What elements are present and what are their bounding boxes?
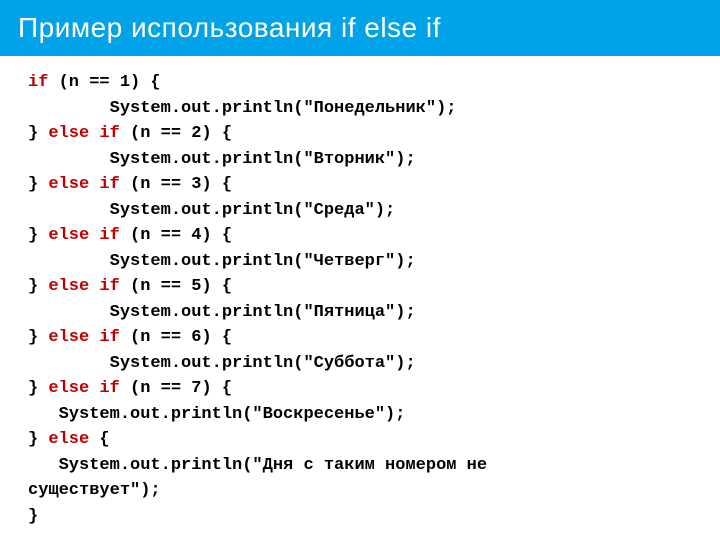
code-keyword: else if [48, 277, 119, 296]
code-line: } [28, 504, 692, 530]
code-text: (n == 4) { [120, 226, 232, 245]
code-line: } else if (n == 4) { [28, 223, 692, 249]
slide-title-text: Пример использования if else if [18, 12, 441, 43]
code-keyword: if [28, 73, 48, 92]
code-line: System.out.println("Понедельник"); [28, 96, 692, 122]
code-text: } [28, 379, 48, 398]
code-text: (n == 7) { [120, 379, 232, 398]
code-text: (n == 6) { [120, 328, 232, 347]
code-keyword: else if [48, 328, 119, 347]
code-text: } [28, 124, 48, 143]
code-text: (n == 5) { [120, 277, 232, 296]
code-text: (n == 1) { [48, 73, 160, 92]
code-text: System.out.println("Понедельник"); [28, 99, 456, 118]
code-text: System.out.println("Пятница"); [28, 303, 416, 322]
code-line: } else if (n == 6) { [28, 325, 692, 351]
code-text: System.out.println("Воскресенье"); [28, 405, 405, 424]
code-text: System.out.println("Среда"); [28, 201, 395, 220]
code-text: System.out.println("Вторник"); [28, 150, 416, 169]
code-line: } else if (n == 7) { [28, 376, 692, 402]
code-line: } else if (n == 2) { [28, 121, 692, 147]
code-line: } else { [28, 427, 692, 453]
slide-title: Пример использования if else if [0, 0, 720, 56]
code-line: } else if (n == 5) { [28, 274, 692, 300]
code-line: System.out.println("Суббота"); [28, 351, 692, 377]
code-text: (n == 2) { [120, 124, 232, 143]
code-line: } else if (n == 3) { [28, 172, 692, 198]
code-text: существует"); [28, 481, 161, 500]
code-line: if (n == 1) { [28, 70, 692, 96]
code-text: System.out.println("Четверг"); [28, 252, 416, 271]
code-line: System.out.println("Пятница"); [28, 300, 692, 326]
code-keyword: else [48, 430, 89, 449]
code-line: System.out.println("Воскресенье"); [28, 402, 692, 428]
code-text: { [89, 430, 109, 449]
code-keyword: else if [48, 226, 119, 245]
code-text: } [28, 507, 38, 526]
code-text: } [28, 175, 48, 194]
code-example: if (n == 1) { System.out.println("Понеде… [0, 56, 720, 543]
code-line: System.out.println("Четверг"); [28, 249, 692, 275]
code-text: (n == 3) { [120, 175, 232, 194]
code-keyword: else if [48, 175, 119, 194]
code-line: существует"); [28, 478, 692, 504]
code-text: System.out.println("Дня с таким номером … [28, 456, 487, 475]
code-line: System.out.println("Вторник"); [28, 147, 692, 173]
code-keyword: else if [48, 124, 119, 143]
code-text: } [28, 430, 48, 449]
code-line: System.out.println("Среда"); [28, 198, 692, 224]
code-text: } [28, 277, 48, 296]
code-keyword: else if [48, 379, 119, 398]
code-text: System.out.println("Суббота"); [28, 354, 416, 373]
code-line: System.out.println("Дня с таким номером … [28, 453, 692, 479]
code-text: } [28, 328, 48, 347]
code-text: } [28, 226, 48, 245]
